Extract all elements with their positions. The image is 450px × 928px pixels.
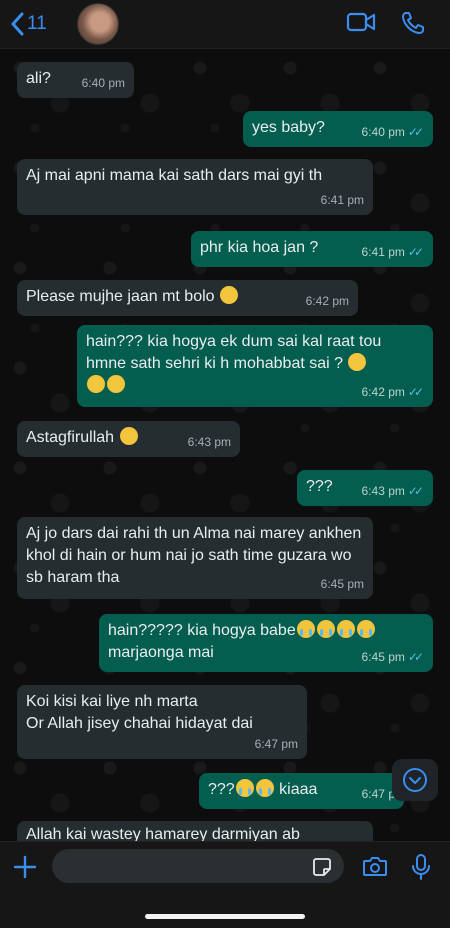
message-meta: 6:40 pm ✓✓: [362, 121, 424, 143]
message-text: ali?: [26, 70, 51, 87]
message-text: hain??? kia hogya ek dum sai kal raat to…: [86, 333, 382, 372]
message-incoming[interactable]: Aj mai apni mama kai sath dars mai gyi t…: [17, 159, 373, 215]
home-indicator: [145, 914, 305, 919]
video-call-button[interactable]: [346, 10, 376, 39]
message-text: ???: [306, 478, 333, 495]
message-time: 6:40 pm: [361, 125, 405, 139]
message-input[interactable]: [52, 849, 344, 883]
message-text: yes baby?: [252, 119, 325, 136]
back-button[interactable]: 11: [10, 10, 47, 38]
message-time: 6:43 pm: [361, 484, 405, 498]
avatar[interactable]: [77, 3, 119, 45]
message-incoming[interactable]: Allah kai wastey hamarey darmiyan ab: [17, 821, 373, 841]
message-text: Please mujhe jaan mt bolo: [26, 288, 215, 305]
message-text: Aj mai apni mama kai sath dars mai gyi t…: [26, 167, 323, 184]
message-time: 6:41 pm: [361, 245, 405, 259]
video-call-icon: [346, 12, 376, 32]
smirking-face-emoji: [119, 427, 138, 445]
camera-icon: [363, 857, 387, 876]
read-ticks-icon: ✓✓: [407, 125, 424, 139]
message-text: hain????? kia hogya babe: [108, 622, 296, 639]
message-outgoing[interactable]: phr kia hoa jan ? 6:41 pm ✓✓: [191, 231, 433, 267]
chevron-left-icon: [11, 12, 24, 36]
slightly-frowning-face-emoji: [107, 375, 125, 393]
message-meta: 6:43 pm ✓✓: [362, 480, 424, 502]
message-text-line2: Or Allah jisey chahai hidayat dai: [26, 715, 253, 732]
unread-count: 11: [27, 13, 47, 34]
rolling-eyes-emoji: [220, 286, 239, 304]
crying-face-emoji: [356, 620, 375, 638]
message-text: phr kia hoa jan ?: [200, 239, 319, 256]
message-outgoing[interactable]: hain????? kia hogya babe marjaonga mai 6…: [99, 614, 433, 672]
message-meta: 6:45 pm ✓✓: [362, 646, 424, 668]
message-text: Astagfirullah: [26, 429, 115, 446]
message-meta: 6:42 pm ✓✓: [362, 381, 424, 403]
chevron-down-icon: [403, 768, 427, 792]
voice-call-button[interactable]: [400, 10, 426, 41]
message-time: 6:41 pm: [320, 193, 364, 207]
message-text: Koi kisi kai liye nh marta: [26, 693, 198, 710]
message-text-line2: marjaonga mai: [108, 644, 214, 661]
message-time: 6:42 pm: [305, 294, 349, 308]
message-text-suffix: kiaaa: [279, 781, 318, 798]
read-ticks-icon: ✓✓: [407, 650, 424, 664]
scroll-to-bottom-button[interactable]: [392, 759, 438, 801]
phone-icon: [402, 12, 424, 34]
message-time: 6:45 pm: [320, 577, 364, 591]
message-incoming[interactable]: Koi kisi kai liye nh marta Or Allah jise…: [17, 685, 307, 759]
crying-face-emoji: [316, 620, 335, 638]
message-outgoing[interactable]: ??? kiaaa 6:47 p: [199, 773, 404, 809]
message-time: 6:40 pm: [81, 76, 125, 90]
message-time: 6:47 p: [361, 787, 395, 801]
read-ticks-icon: ✓✓: [407, 385, 424, 399]
crying-face-emoji: [336, 620, 355, 638]
message-time: 6:47 pm: [254, 737, 298, 751]
sticker-icon: [313, 858, 331, 876]
message-incoming[interactable]: Aj jo dars dai rahi th un Alma nai marey…: [17, 517, 373, 599]
message-time: 6:45 pm: [361, 650, 405, 664]
message-incoming[interactable]: Please mujhe jaan mt bolo 6:42 pm: [17, 280, 358, 316]
camera-button[interactable]: [362, 855, 388, 882]
message-meta: 6:41 pm ✓✓: [362, 241, 424, 263]
sticker-button[interactable]: [312, 857, 332, 882]
read-ticks-icon: ✓✓: [407, 484, 424, 498]
message-time: 6:42 pm: [361, 385, 405, 399]
composer-bar: [0, 841, 450, 928]
read-ticks-icon: ✓✓: [407, 245, 424, 259]
message-outgoing[interactable]: yes baby? 6:40 pm ✓✓: [243, 111, 433, 147]
message-outgoing[interactable]: ??? 6:43 pm ✓✓: [297, 470, 433, 506]
plus-icon: [13, 855, 37, 879]
voice-record-button[interactable]: [410, 853, 432, 886]
message-incoming[interactable]: Astagfirullah 6:43 pm: [17, 421, 240, 457]
crying-face-emoji: [255, 779, 274, 797]
message-incoming[interactable]: ali? 6:40 pm: [17, 62, 134, 98]
confused-face-emoji: [87, 375, 105, 393]
microphone-icon: [412, 854, 430, 880]
chat-header: 11: [0, 0, 450, 49]
crying-face-emoji: [235, 779, 254, 797]
message-text: Allah kai wastey hamarey darmiyan ab: [26, 826, 300, 841]
message-text: ???: [208, 781, 235, 798]
attach-button[interactable]: [13, 855, 37, 884]
crying-face-emoji: [296, 620, 315, 638]
message-time: 6:43 pm: [187, 435, 231, 449]
message-outgoing[interactable]: hain??? kia hogya ek dum sai kal raat to…: [77, 325, 433, 407]
message-text: Aj jo dars dai rahi th un Alma nai marey…: [26, 525, 362, 586]
confused-face-emoji: [348, 353, 367, 371]
